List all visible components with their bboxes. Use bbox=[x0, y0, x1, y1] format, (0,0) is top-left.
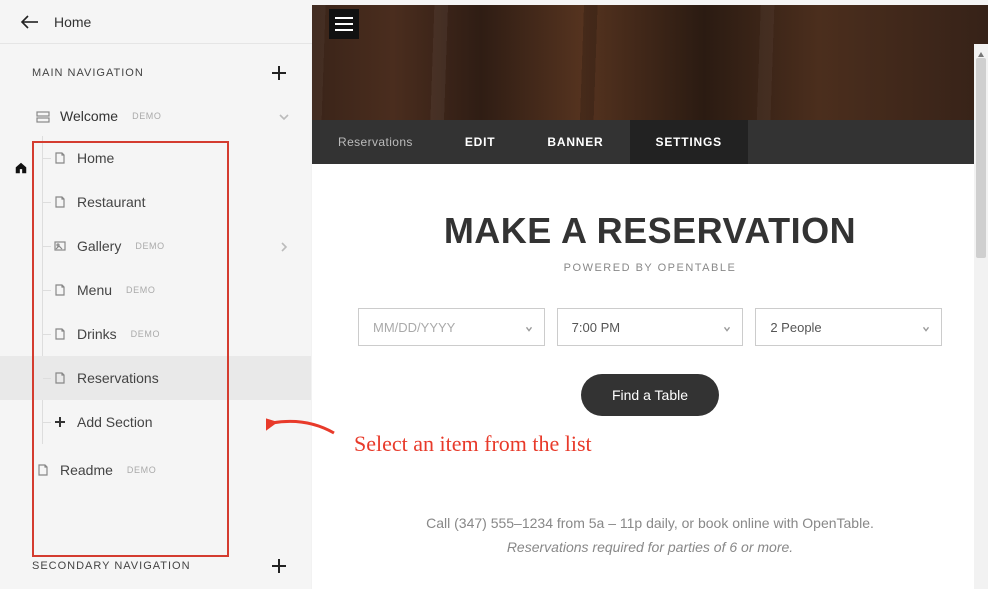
nav-label: Readme bbox=[60, 462, 113, 478]
time-select[interactable]: 7:00 PM bbox=[557, 308, 744, 346]
people-value: 2 People bbox=[770, 320, 821, 335]
demo-badge: DEMO bbox=[131, 329, 160, 339]
demo-badge: DEMO bbox=[135, 241, 164, 251]
tab-settings[interactable]: SETTINGS bbox=[630, 120, 748, 164]
secondary-nav-title: SECONDARY NAVIGATION bbox=[32, 560, 191, 572]
chevron-down-icon bbox=[921, 322, 931, 332]
navigation-sidebar: MAIN NAVIGATION Welcome DEMO bbox=[0, 44, 312, 589]
scrollbar-thumb[interactable] bbox=[976, 58, 986, 258]
nav-item-drinks[interactable]: Drinks DEMO bbox=[43, 312, 312, 356]
chevron-down-icon bbox=[722, 322, 732, 332]
nav-label: Menu bbox=[77, 282, 112, 298]
reservation-footer: Call (347) 555–1234 from 5a – 11p daily,… bbox=[358, 512, 942, 560]
nav-item-reservations[interactable]: Reservations bbox=[0, 356, 312, 400]
chevron-right-icon bbox=[278, 240, 290, 252]
find-table-button[interactable]: Find a Table bbox=[581, 374, 719, 416]
demo-badge: DEMO bbox=[132, 111, 161, 121]
hamburger-menu-button[interactable] bbox=[329, 9, 359, 39]
chevron-down-icon bbox=[524, 322, 534, 332]
back-label: Home bbox=[54, 14, 91, 30]
plus-icon bbox=[53, 415, 67, 429]
page-preview: Reservations EDIT BANNER SETTINGS MAKE A… bbox=[312, 44, 988, 589]
home-icon bbox=[14, 161, 28, 175]
powered-by-label: POWERED BY OPENTABLE bbox=[358, 262, 942, 274]
demo-badge: DEMO bbox=[126, 285, 155, 295]
image-icon bbox=[53, 239, 67, 253]
nav-label: Drinks bbox=[77, 326, 117, 342]
find-table-label: Find a Table bbox=[612, 387, 688, 403]
toolbar-context-label: Reservations bbox=[312, 120, 439, 164]
add-section-label: Add Section bbox=[77, 414, 153, 430]
footer-line-1: Call (347) 555–1234 from 5a – 11p daily,… bbox=[358, 512, 942, 536]
chevron-down-icon bbox=[278, 110, 290, 122]
tab-edit[interactable]: EDIT bbox=[439, 120, 522, 164]
page-icon bbox=[53, 195, 67, 209]
main-nav-title: MAIN NAVIGATION bbox=[32, 67, 144, 79]
back-arrow-icon bbox=[18, 10, 42, 34]
page-title: MAKE A RESERVATION bbox=[358, 210, 942, 252]
footer-line-2: Reservations required for parties of 6 o… bbox=[358, 536, 942, 560]
time-value: 7:00 PM bbox=[572, 320, 620, 335]
nav-label: Restaurant bbox=[77, 194, 145, 210]
wood-background-image bbox=[312, 5, 988, 120]
add-nav-item-button[interactable] bbox=[270, 64, 288, 82]
page-icon bbox=[53, 283, 67, 297]
preview-toolbar: Reservations EDIT BANNER SETTINGS bbox=[312, 120, 988, 164]
nav-label: Home bbox=[77, 150, 114, 166]
nav-label: Welcome bbox=[60, 108, 118, 124]
folder-index-icon bbox=[36, 110, 50, 122]
nav-label: Gallery bbox=[77, 238, 121, 254]
tab-banner[interactable]: BANNER bbox=[521, 120, 629, 164]
nav-tree: Welcome DEMO Home Restaurant bbox=[36, 96, 312, 490]
scroll-up-arrow-icon[interactable] bbox=[977, 46, 985, 54]
main-nav-header: MAIN NAVIGATION bbox=[0, 44, 312, 96]
nav-item-gallery[interactable]: Gallery DEMO bbox=[43, 224, 312, 268]
party-size-select[interactable]: 2 People bbox=[755, 308, 942, 346]
page-icon bbox=[53, 371, 67, 385]
hero-banner bbox=[312, 5, 988, 120]
nav-item-menu[interactable]: Menu DEMO bbox=[43, 268, 312, 312]
page-icon bbox=[53, 327, 67, 341]
back-to-home[interactable]: Home bbox=[18, 10, 91, 34]
date-value: MM/DD/YYYY bbox=[373, 320, 455, 335]
date-select[interactable]: MM/DD/YYYY bbox=[358, 308, 545, 346]
nav-label: Reservations bbox=[77, 370, 159, 386]
add-secondary-nav-button[interactable] bbox=[270, 557, 288, 575]
secondary-nav-header: SECONDARY NAVIGATION bbox=[0, 537, 312, 589]
page-icon bbox=[36, 463, 50, 477]
page-icon bbox=[53, 151, 67, 165]
nav-item-restaurant[interactable]: Restaurant bbox=[43, 180, 312, 224]
preview-scrollbar[interactable] bbox=[974, 44, 988, 589]
nav-item-readme[interactable]: Readme DEMO bbox=[36, 450, 312, 490]
add-section-button[interactable]: Add Section bbox=[43, 400, 312, 444]
demo-badge: DEMO bbox=[127, 465, 156, 475]
nav-item-home[interactable]: Home bbox=[43, 136, 312, 180]
nav-item-welcome[interactable]: Welcome DEMO bbox=[36, 96, 312, 136]
